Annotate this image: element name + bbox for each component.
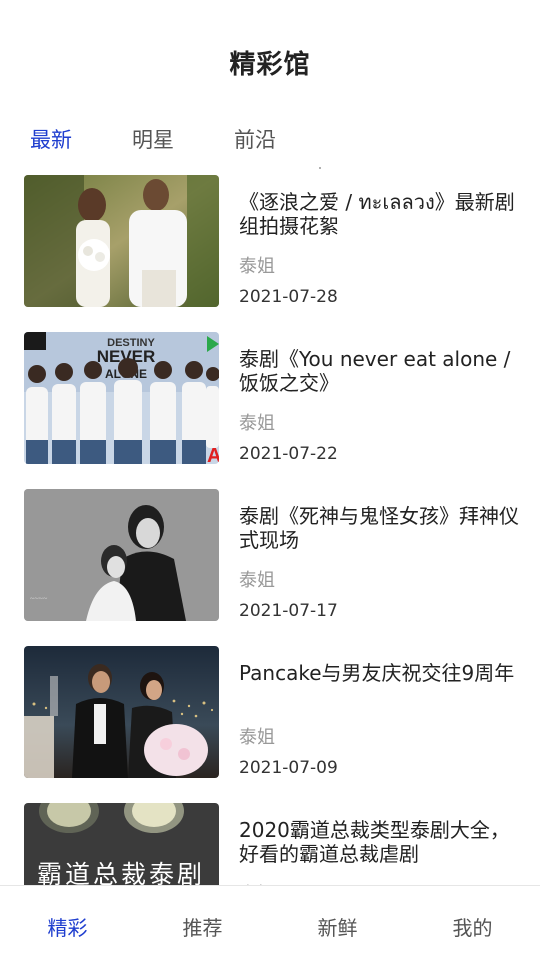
page-title: 精彩馆 [229,50,311,80]
article-date: 2021-07-28 [239,287,338,307]
nav-mine[interactable]: 我的 [405,912,540,941]
article-thumbnail[interactable]: DESTINY NEVER ALONE [24,332,219,464]
decorative-dot [319,167,321,169]
tab-stars[interactable]: 明星 [132,124,174,154]
article-title: 2020霸道总裁类型泰剧大全，好看的霸道总裁虐剧 [239,818,510,866]
cast-group-photo-image: DESTINY NEVER ALONE [24,332,219,464]
article-item[interactable]: ~~~~ 泰剧《死神与鬼怪女孩》拜神仪式现场 泰姐 2021-07-17 [0,489,540,646]
article-thumbnail[interactable]: 霸道总裁泰剧 [24,803,219,885]
app-header: 精彩馆 [0,0,540,110]
article-item[interactable]: DESTINY NEVER ALONE [0,332,540,489]
article-thumbnail[interactable] [24,646,219,778]
article-source: 泰姐 [239,570,275,591]
article-date: 2021-07-17 [239,601,338,621]
article-date: 2021-07-22 [239,444,338,464]
article-title: 《逐浪之爱 / ทะเลลวง》最新剧组拍摄花絮 [239,190,515,238]
poster-text: 霸道总裁泰剧 [37,860,205,885]
article-source: 泰姐 [239,413,275,434]
nav-recommend[interactable]: 推荐 [135,912,270,941]
article-thumbnail[interactable] [24,175,219,307]
article-title: 泰剧《死神与鬼怪女孩》拜神仪式现场 [239,504,519,552]
night-city-couple-image [24,646,219,778]
tab-frontier[interactable]: 前沿 [234,124,276,154]
ceo-drama-poster-image: 霸道总裁泰剧 [24,803,219,885]
article-item[interactable]: Pancake与男友庆祝交往9周年 泰姐 2021-07-09 [0,646,540,803]
article-thumbnail[interactable]: ~~~~ [24,489,219,621]
article-date: 2021-07-09 [239,758,338,778]
brand-badge: A [207,445,219,464]
article-list[interactable]: 《逐浪之爱 / ทะเลลวง》最新剧组拍摄花絮 泰姐 2021-07-28 D… [0,175,540,885]
svg-text:~~~~: ~~~~ [30,594,48,603]
tab-latest[interactable]: 最新 [30,124,72,154]
wedding-photo-image [24,175,219,307]
article-title: Pancake与男友庆祝交往9周年 [239,661,515,685]
article-source: 泰姐 [239,727,275,748]
article-item[interactable]: 《逐浪之爱 / ทะเลลวง》最新剧组拍摄花絮 泰姐 2021-07-28 [0,175,540,332]
nav-fresh[interactable]: 新鲜 [270,912,405,941]
bottom-navigation: 精彩 推荐 新鲜 我的 [0,885,540,961]
article-title: 泰剧《You never eat alone / 饭饭之交》 [239,347,511,395]
category-tabs: 最新 明星 前沿 [0,118,540,158]
article-item[interactable]: 霸道总裁泰剧 2020霸道总裁类型泰剧大全，好看的霸道总裁虐剧 泰姐 [0,803,540,885]
article-source: 泰姐 [239,256,275,277]
couple-bw-photo-image: ~~~~ [24,489,219,621]
nav-featured[interactable]: 精彩 [0,912,135,941]
